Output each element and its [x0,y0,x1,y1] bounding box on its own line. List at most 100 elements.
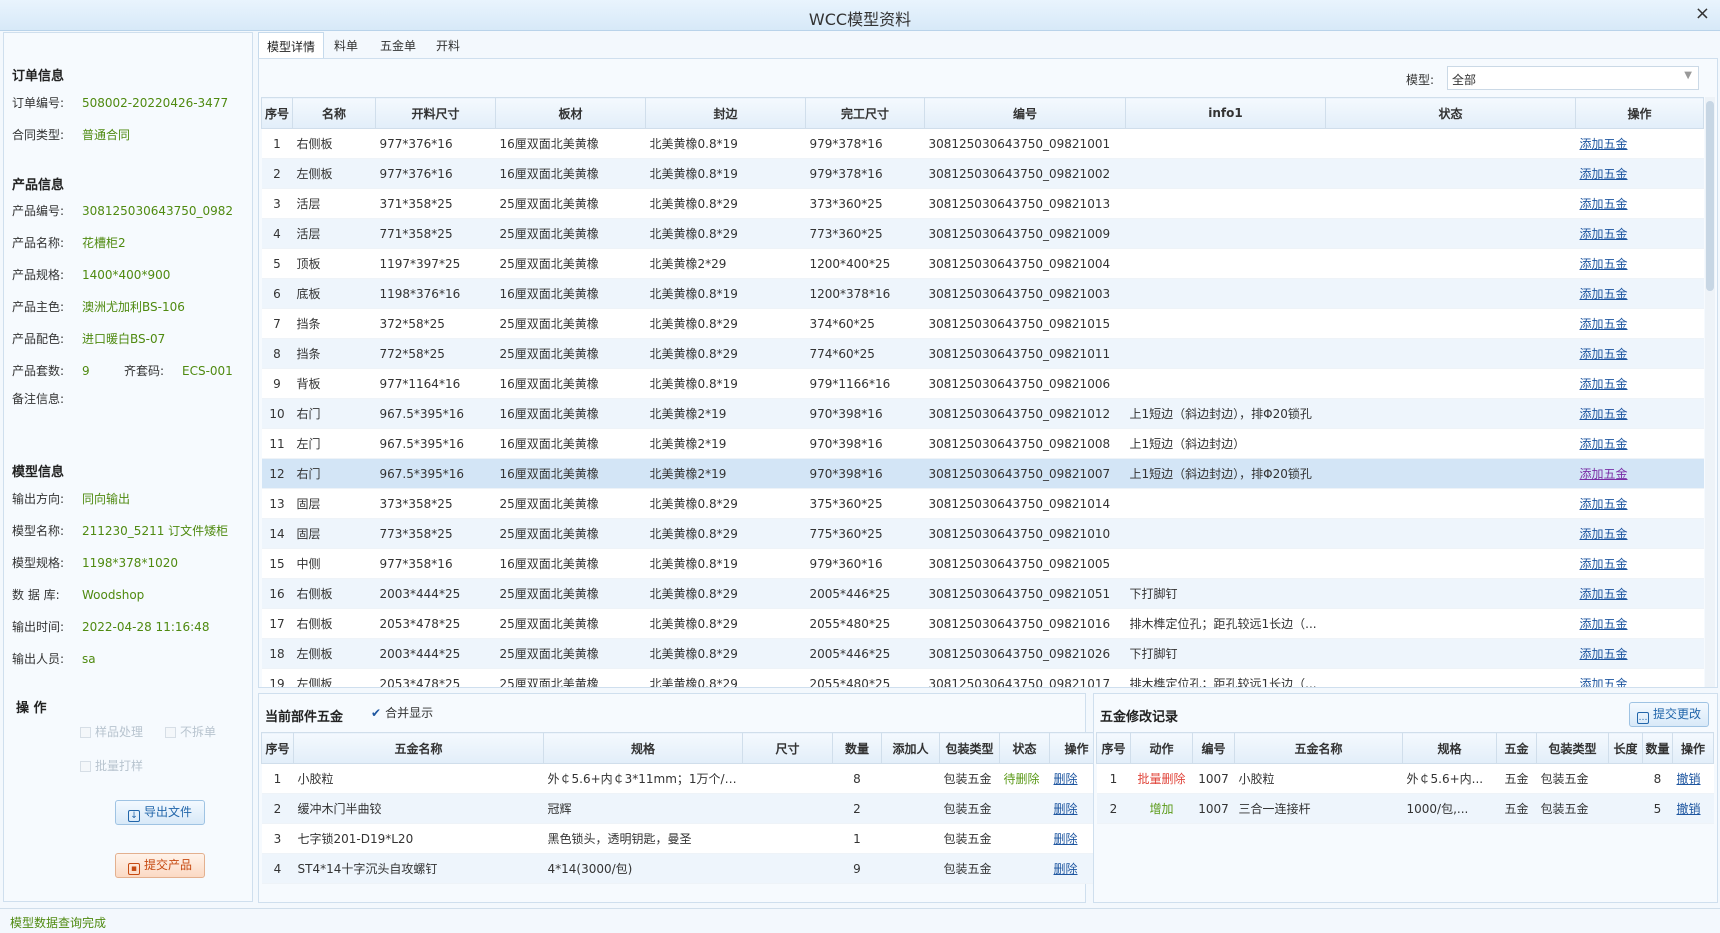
delete-hardware-link[interactable]: 删除 [1054,772,1078,786]
table-row[interactable]: 2 左侧板 977*376*16 16厘双面北美黄橡 北美黄橡0.8*19 979*378… [261,158,1704,189]
table-row[interactable]: 13 固层 373*358*25 25厘双面北美黄橡 北美黄橡0.8*29 375*360… [261,488,1704,519]
table-row[interactable]: 10 右门 967.5*395*16 16厘双面北美黄橡 北美黄橡2*19 970*398… [261,398,1704,429]
hw-header[interactable]: 五金名称 [293,732,544,764]
merge-display-checkbox[interactable]: ✔ 合并显示 [371,704,433,721]
ch-header[interactable]: 序号 [1096,732,1131,764]
add-hardware-link[interactable]: 添加五金 [1580,647,1628,661]
table-cell [1325,458,1576,489]
table-row[interactable]: 4 ST4*14十字沉头自攻螺钉 4*14(3000/包) 9 包装五金 删除 [261,853,1104,884]
add-hardware-link[interactable]: 添加五金 [1580,377,1628,391]
parts-header[interactable]: 完工尺寸 [805,97,925,129]
table-row[interactable]: 6 底板 1198*376*16 16厘双面北美黄橡 北美黄橡0.8*19 1200*37… [261,278,1704,309]
sample-checkbox[interactable]: 样品处理 [80,723,143,740]
add-hardware-link[interactable]: 添加五金 [1580,557,1628,571]
hw-header[interactable]: 尺寸 [742,732,833,764]
table-row[interactable]: 2 增加 1007 三合一连接杆 1000/包,... 五金 包装五金 5 撤销 [1096,793,1714,824]
hw-header[interactable]: 规格 [543,732,743,764]
close-icon[interactable]: × [1695,4,1710,24]
add-hardware-link[interactable]: 添加五金 [1580,167,1628,181]
add-hardware-link[interactable]: 添加五金 [1580,587,1628,601]
table-row[interactable]: 19 左侧板 2053*478*25 25厘双面北美黄橡 北美黄橡0.8*29 2055*… [261,668,1704,687]
model-filter-select[interactable]: 全部 ▼ [1447,66,1699,90]
table-cell: 15 [261,548,293,579]
ch-header[interactable]: 包装类型 [1536,732,1609,764]
hw-header[interactable]: 状态 [999,732,1050,764]
delete-hardware-link[interactable]: 删除 [1054,862,1078,876]
parts-header[interactable]: info1 [1125,97,1326,129]
scrollbar-thumb[interactable] [1706,101,1714,291]
add-hardware-link[interactable]: 添加五金 [1580,257,1628,271]
parts-header[interactable]: 编号 [924,97,1126,129]
table-row[interactable]: 4 活层 771*358*25 25厘双面北美黄橡 北美黄橡0.8*29 773*360*… [261,218,1704,249]
add-hardware-link[interactable]: 添加五金 [1580,227,1628,241]
ch-header[interactable]: 规格 [1402,732,1497,764]
table-row[interactable]: 11 左门 967.5*395*16 16厘双面北美黄橡 北美黄橡2*19 970*398… [261,428,1704,459]
table-row[interactable]: 3 活层 371*358*25 25厘双面北美黄橡 北美黄橡0.8*29 373*360*… [261,188,1704,219]
add-hardware-link[interactable]: 添加五金 [1580,497,1628,511]
ch-header[interactable]: 长度 [1608,732,1643,764]
table-row[interactable]: 12 右门 967.5*395*16 16厘双面北美黄橡 北美黄橡2*19 970*398… [261,458,1704,489]
table-row[interactable]: 7 挡条 372*58*25 25厘双面北美黄橡 北美黄橡0.8*29 374*60*25… [261,308,1704,339]
tab-hardware-list[interactable]: 五金单 [372,32,426,58]
table-row[interactable]: 16 右侧板 2003*444*25 25厘双面北美黄橡 北美黄橡0.8*29 2005*… [261,578,1704,609]
table-row[interactable]: 9 背板 977*1164*16 16厘双面北美黄橡 北美黄橡0.8*19 979*116… [261,368,1704,399]
ch-header[interactable]: 五金 [1496,732,1537,764]
status-bar: 模型数据查询完成 [0,908,1720,933]
ch-header[interactable]: 操作 [1672,732,1714,764]
table-cell: 16 [261,578,293,609]
batch-checkbox[interactable]: 批量打样 [80,757,143,774]
table-cell [1325,368,1576,399]
add-hardware-link[interactable]: 添加五金 [1580,137,1628,151]
nosplit-checkbox[interactable]: 不拆单 [165,723,216,740]
parts-header[interactable]: 板材 [495,97,646,129]
table-row[interactable]: 8 挡条 772*58*25 25厘双面北美黄橡 北美黄橡0.8*29 774*60*25… [261,338,1704,369]
parts-header[interactable]: 操作 [1575,97,1704,129]
delete-hardware-link[interactable]: 删除 [1054,832,1078,846]
undo-change-link[interactable]: 撤销 [1677,802,1701,816]
add-hardware-link[interactable]: 添加五金 [1580,467,1628,481]
table-row[interactable]: 1 右侧板 977*376*16 16厘双面北美黄橡 北美黄橡0.8*19 979*378… [261,128,1704,159]
tab-model-detail[interactable]: 模型详情 [258,32,324,58]
submit-product-button[interactable]: ▪ 提交产品 [115,853,205,878]
hw-header[interactable]: 数量 [832,732,882,764]
parts-header[interactable]: 序号 [261,97,293,129]
add-hardware-link[interactable]: 添加五金 [1580,677,1628,687]
tab-bom[interactable]: 料单 [326,32,370,58]
add-hardware-link[interactable]: 添加五金 [1580,317,1628,331]
undo-change-link[interactable]: 撤销 [1677,772,1701,786]
add-hardware-link[interactable]: 添加五金 [1580,437,1628,451]
add-hardware-link[interactable]: 添加五金 [1580,197,1628,211]
table-row[interactable]: 18 左侧板 2003*444*25 25厘双面北美黄橡 北美黄橡0.8*29 2005*… [261,638,1704,669]
hw-header[interactable]: 添加人 [881,732,940,764]
table-cell [999,793,1050,824]
table-row[interactable]: 15 中侧 977*358*16 16厘双面北美黄橡 北美黄橡0.8*19 979*360… [261,548,1704,579]
table-row[interactable]: 17 右侧板 2053*478*25 25厘双面北美黄橡 北美黄橡0.8*29 2055*… [261,608,1704,639]
ch-header[interactable]: 编号 [1192,732,1235,764]
delete-hardware-link[interactable]: 删除 [1054,802,1078,816]
parts-scrollbar[interactable] [1705,97,1715,687]
tab-cutting[interactable]: 开料 [428,32,472,58]
table-cell: 右侧板 [292,128,376,159]
table-row[interactable]: 1 小胶粒 外￠5.6+内￠3*11mm；1万个/包... 8 包装五金 待删除 删除 [261,763,1104,794]
table-row[interactable]: 3 七字锁201-D19*L20 黑色锁头，透明钥匙，曼圣 1 包装五金 删除 [261,823,1104,854]
export-file-button[interactable]: ↓ 导出文件 [115,800,205,825]
hw-header[interactable]: 序号 [261,732,294,764]
table-row[interactable]: 2 缓冲木门半曲铰 冠辉 2 包装五金 删除 [261,793,1104,824]
add-hardware-link[interactable]: 添加五金 [1580,347,1628,361]
parts-header[interactable]: 名称 [292,97,376,129]
table-row[interactable]: 1 批量删除 1007 小胶粒 外￠5.6+内... 五金 包装五金 8 撤销 [1096,763,1714,794]
parts-header[interactable]: 封边 [645,97,806,129]
submit-changes-button[interactable]: … 提交更改 [1629,702,1709,727]
parts-header[interactable]: 开料尺寸 [375,97,496,129]
parts-header[interactable]: 状态 [1325,97,1576,129]
table-row[interactable]: 5 顶板 1197*397*25 25厘双面北美黄橡 北美黄橡2*29 1200*400*… [261,248,1704,279]
add-hardware-link[interactable]: 添加五金 [1580,617,1628,631]
ch-header[interactable]: 动作 [1130,732,1193,764]
ch-header[interactable]: 数量 [1642,732,1673,764]
table-row[interactable]: 14 固层 773*358*25 25厘双面北美黄橡 北美黄橡0.8*29 775*360… [261,518,1704,549]
ch-header[interactable]: 五金名称 [1234,732,1403,764]
add-hardware-link[interactable]: 添加五金 [1580,527,1628,541]
hw-header[interactable]: 包装类型 [939,732,1000,764]
add-hardware-link[interactable]: 添加五金 [1580,287,1628,301]
add-hardware-link[interactable]: 添加五金 [1580,407,1628,421]
